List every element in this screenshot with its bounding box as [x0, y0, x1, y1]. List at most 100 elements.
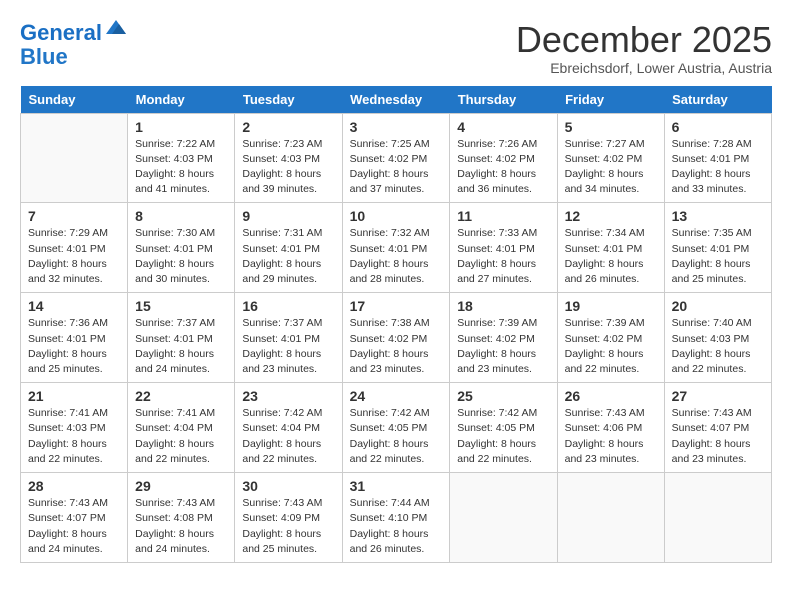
day-info: Sunrise: 7:32 AM Sunset: 4:01 PM Dayligh…: [350, 226, 443, 287]
calendar-cell: 10 Sunrise: 7:32 AM Sunset: 4:01 PM Dayli…: [342, 203, 450, 293]
day-number: 30: [242, 478, 334, 494]
day-info: Sunrise: 7:36 AM Sunset: 4:01 PM Dayligh…: [28, 316, 120, 377]
day-number: 13: [672, 208, 764, 224]
calendar-cell: 9 Sunrise: 7:31 AM Sunset: 4:01 PM Daylig…: [235, 203, 342, 293]
calendar-cell: 5 Sunrise: 7:27 AM Sunset: 4:02 PM Daylig…: [557, 113, 664, 203]
day-number: 24: [350, 388, 443, 404]
location-subtitle: Ebreichsdorf, Lower Austria, Austria: [516, 60, 772, 76]
day-info: Sunrise: 7:38 AM Sunset: 4:02 PM Dayligh…: [350, 316, 443, 377]
day-info: Sunrise: 7:28 AM Sunset: 4:01 PM Dayligh…: [672, 137, 764, 198]
column-header-tuesday: Tuesday: [235, 86, 342, 114]
calendar-cell: 7 Sunrise: 7:29 AM Sunset: 4:01 PM Daylig…: [21, 203, 128, 293]
day-number: 31: [350, 478, 443, 494]
day-number: 18: [457, 298, 549, 314]
day-number: 5: [565, 119, 657, 135]
calendar-cell: [557, 473, 664, 563]
calendar-cell: 4 Sunrise: 7:26 AM Sunset: 4:02 PM Daylig…: [450, 113, 557, 203]
day-info: Sunrise: 7:23 AM Sunset: 4:03 PM Dayligh…: [242, 137, 334, 198]
day-info: Sunrise: 7:43 AM Sunset: 4:06 PM Dayligh…: [565, 406, 657, 467]
calendar-cell: 25 Sunrise: 7:42 AM Sunset: 4:05 PM Dayli…: [450, 383, 557, 473]
day-number: 12: [565, 208, 657, 224]
month-title: December 2025: [516, 20, 772, 60]
day-info: Sunrise: 7:37 AM Sunset: 4:01 PM Dayligh…: [135, 316, 227, 377]
column-header-friday: Friday: [557, 86, 664, 114]
day-info: Sunrise: 7:33 AM Sunset: 4:01 PM Dayligh…: [457, 226, 549, 287]
day-number: 29: [135, 478, 227, 494]
day-number: 4: [457, 119, 549, 135]
day-info: Sunrise: 7:26 AM Sunset: 4:02 PM Dayligh…: [457, 137, 549, 198]
day-info: Sunrise: 7:34 AM Sunset: 4:01 PM Dayligh…: [565, 226, 657, 287]
day-number: 9: [242, 208, 334, 224]
day-number: 27: [672, 388, 764, 404]
day-info: Sunrise: 7:42 AM Sunset: 4:04 PM Dayligh…: [242, 406, 334, 467]
day-info: Sunrise: 7:37 AM Sunset: 4:01 PM Dayligh…: [242, 316, 334, 377]
calendar-cell: 19 Sunrise: 7:39 AM Sunset: 4:02 PM Dayli…: [557, 293, 664, 383]
day-info: Sunrise: 7:39 AM Sunset: 4:02 PM Dayligh…: [457, 316, 549, 377]
calendar-cell: 22 Sunrise: 7:41 AM Sunset: 4:04 PM Dayli…: [128, 383, 235, 473]
column-header-sunday: Sunday: [21, 86, 128, 114]
day-info: Sunrise: 7:43 AM Sunset: 4:07 PM Dayligh…: [28, 496, 120, 557]
day-number: 28: [28, 478, 120, 494]
calendar-cell: 29Sunrise: 7:43 AM Sunset: 4:08 PM Dayli…: [128, 473, 235, 563]
day-info: Sunrise: 7:43 AM Sunset: 4:09 PM Dayligh…: [242, 496, 334, 557]
calendar-cell: 13Sunrise: 7:35 AM Sunset: 4:01 PM Dayli…: [664, 203, 771, 293]
column-header-thursday: Thursday: [450, 86, 557, 114]
day-number: 8: [135, 208, 227, 224]
day-number: 16: [242, 298, 334, 314]
day-info: Sunrise: 7:31 AM Sunset: 4:01 PM Dayligh…: [242, 226, 334, 287]
day-number: 11: [457, 208, 549, 224]
calendar-week-4: 21Sunrise: 7:41 AM Sunset: 4:03 PM Dayli…: [21, 383, 772, 473]
day-number: 21: [28, 388, 120, 404]
day-number: 17: [350, 298, 443, 314]
day-info: Sunrise: 7:27 AM Sunset: 4:02 PM Dayligh…: [565, 137, 657, 198]
day-number: 3: [350, 119, 443, 135]
calendar-cell: 24 Sunrise: 7:42 AM Sunset: 4:05 PM Dayli…: [342, 383, 450, 473]
day-info: Sunrise: 7:29 AM Sunset: 4:01 PM Dayligh…: [28, 226, 120, 287]
day-info: Sunrise: 7:30 AM Sunset: 4:01 PM Dayligh…: [135, 226, 227, 287]
day-info: Sunrise: 7:39 AM Sunset: 4:02 PM Dayligh…: [565, 316, 657, 377]
day-number: 10: [350, 208, 443, 224]
logo-text: GeneralBlue: [20, 20, 128, 69]
calendar-body: 1 Sunrise: 7:22 AM Sunset: 4:03 PM Daylig…: [21, 113, 772, 562]
calendar-cell: 20Sunrise: 7:40 AM Sunset: 4:03 PM Dayli…: [664, 293, 771, 383]
day-number: 19: [565, 298, 657, 314]
column-header-wednesday: Wednesday: [342, 86, 450, 114]
column-header-saturday: Saturday: [664, 86, 771, 114]
calendar-cell: 14Sunrise: 7:36 AM Sunset: 4:01 PM Dayli…: [21, 293, 128, 383]
day-info: Sunrise: 7:41 AM Sunset: 4:04 PM Dayligh…: [135, 406, 227, 467]
column-header-monday: Monday: [128, 86, 235, 114]
calendar-cell: 27 Sunrise: 7:43 AM Sunset: 4:07 PM Dayli…: [664, 383, 771, 473]
calendar-cell: 23Sunrise: 7:42 AM Sunset: 4:04 PM Dayli…: [235, 383, 342, 473]
calendar-cell: 18 Sunrise: 7:39 AM Sunset: 4:02 PM Dayli…: [450, 293, 557, 383]
calendar-cell: 6Sunrise: 7:28 AM Sunset: 4:01 PM Daylig…: [664, 113, 771, 203]
calendar-week-3: 14Sunrise: 7:36 AM Sunset: 4:01 PM Dayli…: [21, 293, 772, 383]
calendar-cell: 2Sunrise: 7:23 AM Sunset: 4:03 PM Daylig…: [235, 113, 342, 203]
calendar-cell: [450, 473, 557, 563]
calendar-cell: 12 Sunrise: 7:34 AM Sunset: 4:01 PM Dayli…: [557, 203, 664, 293]
calendar-cell: 3 Sunrise: 7:25 AM Sunset: 4:02 PM Daylig…: [342, 113, 450, 203]
day-number: 25: [457, 388, 549, 404]
day-number: 26: [565, 388, 657, 404]
day-number: 7: [28, 208, 120, 224]
calendar-cell: 31 Sunrise: 7:44 AM Sunset: 4:10 PM Dayli…: [342, 473, 450, 563]
day-info: Sunrise: 7:40 AM Sunset: 4:03 PM Dayligh…: [672, 316, 764, 377]
calendar-week-5: 28 Sunrise: 7:43 AM Sunset: 4:07 PM Dayli…: [21, 473, 772, 563]
logo: GeneralBlue: [20, 20, 128, 69]
day-number: 1: [135, 119, 227, 135]
calendar-cell: 11 Sunrise: 7:33 AM Sunset: 4:01 PM Dayli…: [450, 203, 557, 293]
calendar-header-row: SundayMondayTuesdayWednesdayThursdayFrid…: [21, 86, 772, 114]
day-info: Sunrise: 7:42 AM Sunset: 4:05 PM Dayligh…: [350, 406, 443, 467]
day-info: Sunrise: 7:43 AM Sunset: 4:07 PM Dayligh…: [672, 406, 764, 467]
day-info: Sunrise: 7:22 AM Sunset: 4:03 PM Dayligh…: [135, 137, 227, 198]
day-number: 15: [135, 298, 227, 314]
calendar-week-1: 1 Sunrise: 7:22 AM Sunset: 4:03 PM Daylig…: [21, 113, 772, 203]
day-info: Sunrise: 7:25 AM Sunset: 4:02 PM Dayligh…: [350, 137, 443, 198]
calendar-cell: 17 Sunrise: 7:38 AM Sunset: 4:02 PM Dayli…: [342, 293, 450, 383]
day-info: Sunrise: 7:44 AM Sunset: 4:10 PM Dayligh…: [350, 496, 443, 557]
day-info: Sunrise: 7:42 AM Sunset: 4:05 PM Dayligh…: [457, 406, 549, 467]
calendar-cell: 26 Sunrise: 7:43 AM Sunset: 4:06 PM Dayli…: [557, 383, 664, 473]
calendar-table: SundayMondayTuesdayWednesdayThursdayFrid…: [20, 86, 772, 563]
day-number: 22: [135, 388, 227, 404]
calendar-week-2: 7 Sunrise: 7:29 AM Sunset: 4:01 PM Daylig…: [21, 203, 772, 293]
calendar-cell: 1 Sunrise: 7:22 AM Sunset: 4:03 PM Daylig…: [128, 113, 235, 203]
